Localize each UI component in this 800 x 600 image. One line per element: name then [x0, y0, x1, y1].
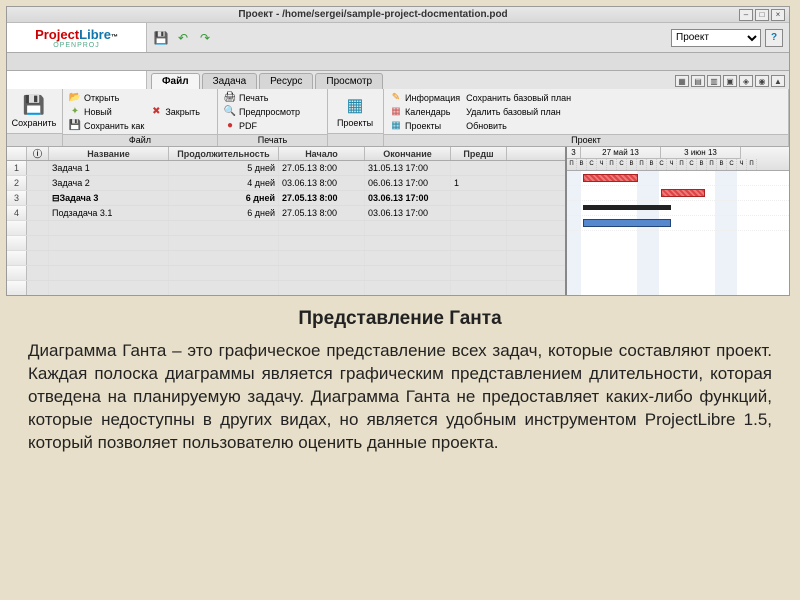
toolbar-icon[interactable]: ▥ — [707, 75, 721, 87]
gantt-chart[interactable]: 3 27 май 13 3 июн 13 ПВСЧПСВПВСЧПСВПВСЧП — [567, 147, 789, 295]
tab-resource[interactable]: Ресурс — [259, 73, 313, 89]
preview-button[interactable]: 🔍Предпросмотр — [222, 105, 302, 118]
table-row[interactable]: 2Задача 24 дней03.06.13 8:0006.06.13 17:… — [7, 176, 565, 191]
main-content: ⓘ Название Продолжительность Начало Окон… — [7, 147, 789, 295]
new-button[interactable]: ✦Новый — [67, 105, 146, 118]
gantt-summary-bar[interactable] — [583, 205, 671, 210]
maximize-button[interactable]: □ — [755, 9, 769, 21]
undo-icon[interactable]: ↶ — [175, 30, 191, 46]
table-header: ⓘ Название Продолжительность Начало Окон… — [7, 147, 565, 161]
project-combo: Проект ? — [671, 29, 783, 47]
toolbar-icon[interactable]: ▣ — [723, 75, 737, 87]
projects-button[interactable]: ▦Проекты — [332, 91, 378, 131]
help-button[interactable]: ? — [765, 29, 783, 47]
gantt-body — [567, 171, 789, 295]
tab-view[interactable]: Просмотр — [315, 73, 383, 89]
project-select[interactable]: Проект — [671, 29, 761, 47]
toolbar-icon[interactable]: ◈ — [739, 75, 753, 87]
save-icon[interactable]: 💾 — [153, 30, 169, 46]
toolbar-icon[interactable]: ▦ — [675, 75, 689, 87]
table-body: 1Задача 15 дней27.05.13 8:0031.05.13 17:… — [7, 161, 565, 295]
mini-toolbar — [7, 53, 789, 71]
titlebar: Проект - /home/sergei/sample-project-doc… — [7, 7, 789, 23]
app-window: Проект - /home/sergei/sample-project-doc… — [6, 6, 790, 296]
projects2-button[interactable]: ▦Проекты — [388, 119, 462, 132]
close-window-button[interactable]: × — [771, 9, 785, 21]
toolbar-icon[interactable]: ◉ — [755, 75, 769, 87]
table-row[interactable]: 4 Подзадача 3.16 дней27.05.13 8:0003.06.… — [7, 206, 565, 221]
gantt-bar[interactable] — [661, 189, 705, 197]
toolbar-icon[interactable]: ▤ — [691, 75, 705, 87]
print-button[interactable]: 🖨Печать — [222, 91, 302, 104]
window-title: Проект - /home/sergei/sample-project-doc… — [7, 9, 739, 20]
calendar-button[interactable]: ▦Календарь — [388, 105, 462, 118]
gantt-bar[interactable] — [583, 174, 638, 182]
info-button[interactable]: ✎Информация — [388, 91, 462, 104]
app-logo: ProjectLibre™ OPENPROJ — [7, 23, 147, 52]
task-table: ⓘ Название Продолжительность Начало Окон… — [7, 147, 567, 295]
save-button[interactable]: 💾Сохранить — [11, 91, 57, 131]
gantt-bar[interactable] — [583, 219, 671, 227]
tab-task[interactable]: Задача — [202, 73, 258, 89]
save-baseline-button[interactable]: Сохранить базовый план — [464, 91, 573, 104]
pdf-button[interactable]: ●PDF — [222, 119, 302, 132]
refresh-button[interactable]: Обновить — [464, 119, 573, 132]
header-row: ProjectLibre™ OPENPROJ 💾 ↶ ↷ Проект ? — [7, 23, 789, 53]
redo-icon[interactable]: ↷ — [197, 30, 213, 46]
tab-file[interactable]: Файл — [151, 73, 200, 89]
toolbar-icon[interactable]: ▲ — [771, 75, 785, 87]
saveas-button[interactable]: 💾Сохранить как — [67, 119, 146, 132]
table-row[interactable]: 1Задача 15 дней27.05.13 8:0031.05.13 17:… — [7, 161, 565, 176]
delete-baseline-button[interactable]: Удалить базовый план — [464, 105, 573, 118]
tabs-row: Файл Задача Ресурс Просмотр ▦ ▤ ▥ ▣ ◈ ◉ … — [7, 71, 789, 89]
window-buttons: – □ × — [739, 9, 789, 21]
minimize-button[interactable]: – — [739, 9, 753, 21]
article-title: Представление Ганта — [28, 308, 772, 330]
quick-access-toolbar: 💾 ↶ ↷ Проект ? — [147, 23, 789, 52]
article-body: Диаграмма Ганта – это графическое предст… — [28, 340, 772, 455]
close-button[interactable]: ✖Закрыть — [148, 105, 202, 118]
open-button[interactable]: 📂Открыть — [67, 91, 146, 104]
article: Представление Ганта Диаграмма Ганта – эт… — [28, 308, 772, 455]
ribbon: 💾Сохранить 📂Открыть ✦Новый 💾Сохранить ка… — [7, 89, 789, 147]
table-row[interactable]: 3⊟Задача 36 дней27.05.13 8:0003.06.13 17… — [7, 191, 565, 206]
